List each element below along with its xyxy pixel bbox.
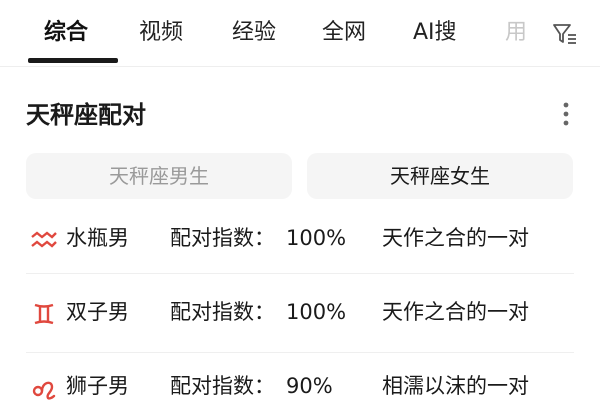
tab-video[interactable]: 视频 <box>139 18 183 48</box>
tab-more-partial[interactable]: 用 <box>505 18 527 48</box>
match-sign-name: 狮子男 <box>66 374 129 398</box>
search-tab-bar: 综合 视频 经验 全网 AI搜 用 <box>0 0 600 67</box>
active-tab-indicator <box>28 58 118 63</box>
gemini-icon <box>34 303 54 325</box>
filter-icon[interactable] <box>552 22 578 46</box>
match-index-value: 90% <box>286 374 333 398</box>
match-sign-name: 双子男 <box>66 300 129 324</box>
tab-experience[interactable]: 经验 <box>232 18 276 48</box>
match-row[interactable]: 狮子男 配对指数： 90% 相濡以沫的一对 <box>0 362 600 412</box>
aquarius-icon <box>31 231 57 248</box>
tab-all[interactable]: 综合 <box>44 18 88 48</box>
match-row[interactable]: 双子男 配对指数： 100% 天作之合的一对 <box>0 288 600 338</box>
segment-libra-male[interactable]: 天秤座男生 <box>26 153 292 199</box>
row-divider <box>26 352 574 353</box>
match-index-value: 100% <box>286 226 347 250</box>
match-description: 天作之合的一对 <box>382 226 529 250</box>
section-title: 天秤座配对 <box>26 101 146 129</box>
match-index-value: 100% <box>286 300 347 324</box>
more-vertical-icon[interactable] <box>558 100 574 130</box>
match-index-label: 配对指数： <box>170 226 275 250</box>
match-description: 天作之合的一对 <box>382 300 529 324</box>
segment-libra-female[interactable]: 天秤座女生 <box>307 153 573 199</box>
match-index-label: 配对指数： <box>170 374 275 398</box>
match-description: 相濡以沫的一对 <box>382 374 529 398</box>
row-divider <box>26 273 574 274</box>
tab-web[interactable]: 全网 <box>322 18 366 48</box>
leo-icon <box>32 381 56 400</box>
match-row[interactable]: 水瓶男 配对指数： 100% 天作之合的一对 <box>0 214 600 264</box>
match-index-label: 配对指数： <box>170 300 275 324</box>
match-sign-name: 水瓶男 <box>66 226 129 250</box>
tab-ai-search[interactable]: AI搜 <box>413 18 457 48</box>
